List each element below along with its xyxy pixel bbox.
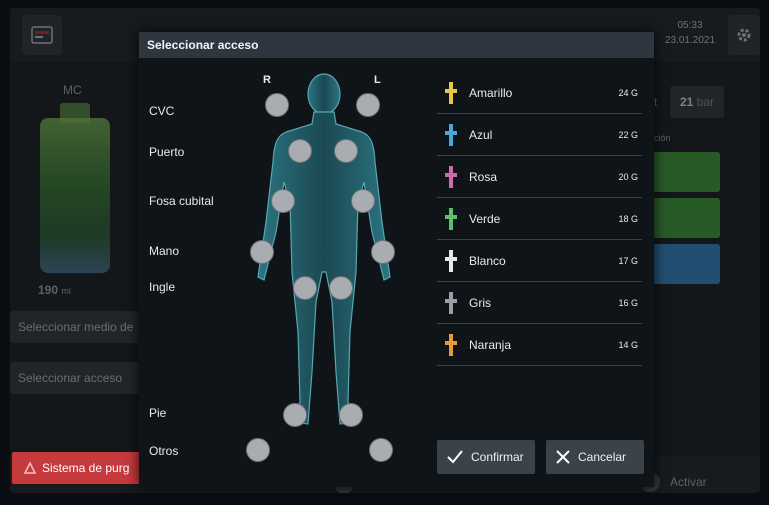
catheter-name: Verde [469, 211, 501, 226]
catheter-icon [445, 207, 457, 230]
catheter-icon [445, 81, 457, 104]
catheter-row-rosa[interactable]: Rosa 20 G [437, 156, 642, 198]
catheter-row-verde[interactable]: Verde 18 G [437, 198, 642, 240]
catheter-name: Amarillo [469, 85, 513, 100]
cancel-label: Cancelar [578, 450, 627, 464]
spot-groin-right[interactable] [294, 277, 316, 299]
catheter-name: Gris [469, 295, 491, 310]
checkmark-icon [447, 450, 463, 464]
catheter-icon [445, 165, 457, 188]
catheter-row-azul[interactable]: Azul 22 G [437, 114, 642, 156]
catheter-icon [445, 123, 457, 146]
catheter-name: Blanco [469, 253, 506, 268]
spot-cubital-right[interactable] [272, 190, 294, 212]
catheter-row-gris[interactable]: Gris 16 G [437, 282, 642, 324]
spot-port-left[interactable] [335, 140, 357, 162]
catheter-row-amarillo[interactable]: Amarillo 24 G [437, 72, 642, 114]
catheter-gauge: 14 G [618, 339, 638, 350]
spot-hand-right[interactable] [251, 241, 273, 263]
spot-other-right[interactable] [247, 439, 269, 461]
catheter-name: Rosa [469, 169, 498, 184]
site-label-groin: Ingle [149, 280, 176, 294]
site-label-hand: Mano [149, 244, 180, 258]
catheter-gauge: 22 G [618, 129, 638, 140]
catheter-row-blanco[interactable]: Blanco 17 G [437, 240, 642, 282]
site-label-foot: Pie [149, 406, 167, 420]
catheter-gauge: 17 G [618, 255, 638, 266]
catheter-gauge: 18 G [618, 213, 638, 224]
site-label-cvc: CVC [149, 104, 175, 118]
spot-cubital-left[interactable] [352, 190, 374, 212]
catheter-icon [445, 333, 457, 356]
dialog-title: Seleccionar acceso [139, 32, 654, 58]
spot-cvc-left[interactable] [357, 94, 379, 116]
catheter-row-naranja[interactable]: Naranja 14 G [437, 324, 642, 366]
select-access-dialog: Seleccionar acceso R L CVC Puerto Fosa c… [139, 32, 654, 487]
spot-other-left[interactable] [370, 439, 392, 461]
purge-label: Sistema de purg [42, 461, 130, 475]
confirm-label: Confirmar [471, 450, 524, 464]
purge-icon [23, 461, 37, 474]
spot-port-right[interactable] [289, 140, 311, 162]
catheter-list: Amarillo 24 G Azul 22 G Rosa 20 G Verde … [437, 72, 642, 366]
purge-system-button[interactable]: Sistema de purg [12, 452, 152, 484]
catheter-gauge: 24 G [618, 87, 638, 98]
confirm-button[interactable]: Confirmar [437, 440, 535, 474]
catheter-name: Azul [469, 127, 493, 142]
site-label-port: Puerto [149, 145, 185, 159]
catheter-gauge: 20 G [618, 171, 638, 182]
spot-groin-left[interactable] [330, 277, 352, 299]
site-label-other: Otros [149, 444, 179, 458]
catheter-gauge: 16 G [618, 297, 638, 308]
catheter-icon [445, 249, 457, 272]
spot-foot-right[interactable] [284, 404, 306, 426]
spot-cvc-right[interactable] [266, 94, 288, 116]
close-icon [556, 450, 570, 464]
spot-hand-left[interactable] [372, 241, 394, 263]
catheter-icon [445, 291, 457, 314]
catheter-name: Naranja [469, 337, 512, 352]
spot-foot-left[interactable] [340, 404, 362, 426]
site-label-cubital-fossa: Fosa cubital [149, 194, 214, 208]
cancel-button[interactable]: Cancelar [546, 440, 644, 474]
